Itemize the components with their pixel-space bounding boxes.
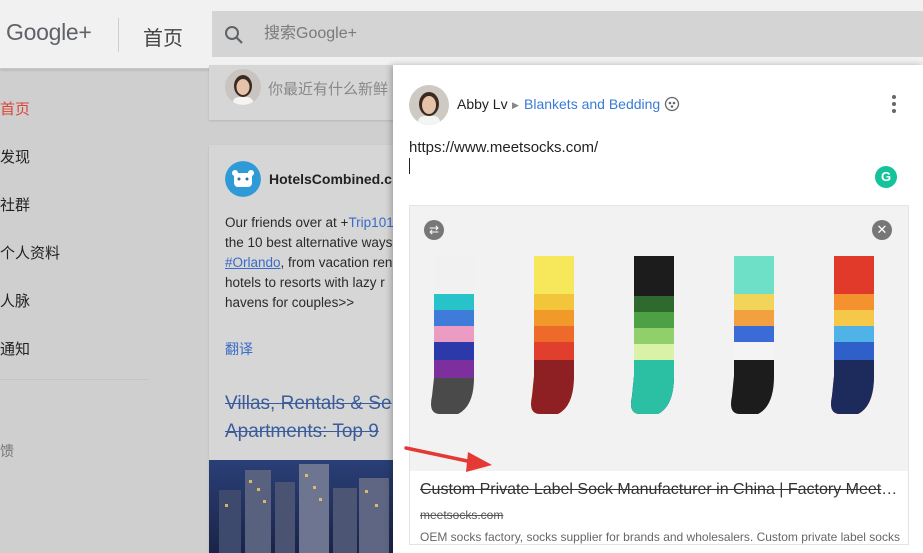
top-bar: Google+ 首页 xyxy=(0,0,923,69)
link-preview-title[interactable]: Custom Private Label Sock Manufacturer i… xyxy=(420,481,904,499)
collection-selector[interactable]: Blankets and Bedding xyxy=(524,96,660,112)
sidebar-item-feedback[interactable]: 馈 xyxy=(0,441,14,461)
compose-dialog: Abby Lv ▶ Blankets and Bedding https://w… xyxy=(393,65,923,553)
post-text-input[interactable]: https://www.meetsocks.com/ xyxy=(409,139,598,156)
hashtag-link[interactable]: #Orlando xyxy=(225,255,281,270)
caret-right-icon: ▶ xyxy=(512,100,519,110)
link-preview-card[interactable]: ⇄ ✕ Custom Private Label Sock Manufactur… xyxy=(409,205,909,545)
socks-product-image xyxy=(431,256,874,414)
post-link-title[interactable]: Villas, Rentals & Se xyxy=(225,393,392,415)
translate-link[interactable]: 翻译 xyxy=(225,339,253,359)
more-options-icon[interactable] xyxy=(889,95,899,115)
search-icon[interactable] xyxy=(224,25,244,45)
post-author[interactable]: HotelsCombined.c xyxy=(269,171,392,187)
post-link-title[interactable]: Apartments: Top 9 xyxy=(225,421,379,443)
link-preview-domain: meetsocks.com xyxy=(420,508,504,522)
post-text-line: #Orlando, from vacation ren xyxy=(225,255,392,270)
link-preview-description: OEM socks factory, socks supplier for br… xyxy=(420,530,900,544)
post-text-line: hotels to resorts with lazy r xyxy=(225,275,385,290)
post-text: Our friends over at + xyxy=(225,215,349,230)
post-text: , from vacation ren xyxy=(280,255,393,270)
post-image[interactable] xyxy=(209,460,395,553)
avatar xyxy=(225,69,261,105)
sidebar-item-profile[interactable]: 个人资料 xyxy=(0,242,60,263)
link-preview-footer[interactable]: Custom Private Label Sock Manufacturer i… xyxy=(410,471,908,544)
post-author-name: Abby Lv xyxy=(457,96,508,112)
hotelscombined-avatar[interactable] xyxy=(225,161,261,197)
page-title: 首页 xyxy=(143,28,183,50)
sidebar-item-home[interactable]: 首页 xyxy=(0,98,30,119)
avatar xyxy=(409,85,449,125)
header-divider xyxy=(118,18,119,52)
post-text-line: the 10 best alternative ways xyxy=(225,235,393,250)
share-box-placeholder[interactable]: 你最近有什么新鲜 xyxy=(268,78,388,99)
annotation-arrow-icon xyxy=(404,446,492,472)
close-icon[interactable]: ✕ xyxy=(872,220,892,240)
post-text-line: havens for couples>> xyxy=(225,295,355,310)
search-input[interactable] xyxy=(262,24,766,44)
sidebar-item-people[interactable]: 人脉 xyxy=(0,290,30,311)
post-mention-link[interactable]: Trip101 xyxy=(348,215,393,230)
text-cursor xyxy=(409,158,410,174)
sidebar-divider xyxy=(0,379,148,380)
search-bar[interactable] xyxy=(212,11,923,57)
grammarly-icon[interactable]: G xyxy=(875,166,897,188)
sidebar-item-discover[interactable]: 发现 xyxy=(0,146,30,167)
sidebar-item-notifications[interactable]: 通知 xyxy=(0,338,30,359)
sidebar-item-communities[interactable]: 社群 xyxy=(0,194,30,215)
swap-preview-icon[interactable]: ⇄ xyxy=(424,220,444,240)
google-plus-logo[interactable]: Google+ xyxy=(6,19,92,46)
post-text-line: Our friends over at +Trip101 xyxy=(225,215,394,230)
globe-icon[interactable] xyxy=(664,96,680,112)
